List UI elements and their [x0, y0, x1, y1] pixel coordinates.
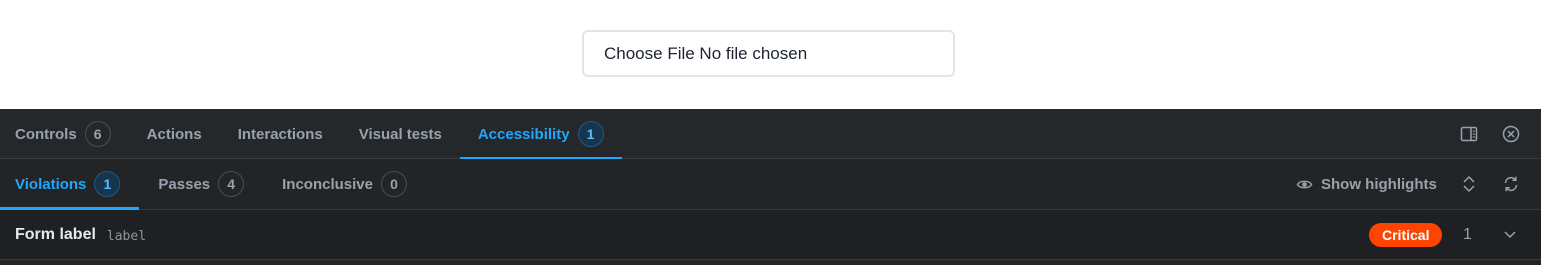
tab-actions[interactable]: Actions: [129, 109, 220, 159]
expand-row-button[interactable]: [1500, 221, 1520, 254]
tab-accessibility[interactable]: Accessibility 1: [459, 109, 622, 160]
subtab-label: Inconclusive: [282, 175, 373, 193]
close-circle-icon: [1502, 125, 1520, 143]
file-input-label: Choose File No file chosen: [604, 43, 808, 63]
tab-visual-tests[interactable]: Visual tests: [341, 109, 460, 159]
close-panel-button[interactable]: [1497, 120, 1525, 148]
refresh-icon: [1504, 176, 1518, 192]
tab-count-badge: 6: [84, 121, 111, 147]
panel-layout-button[interactable]: [1455, 120, 1483, 148]
chevron-down-icon: [1504, 231, 1516, 239]
tab-label: Visual tests: [358, 125, 442, 143]
accessibility-subtabs: Violations 1 Passes 4 Inconclusive 0 Sho…: [0, 159, 1541, 210]
show-highlights-toggle[interactable]: Show highlights: [1296, 159, 1437, 209]
addon-panel: Controls 6 Actions Interactions Visual t…: [0, 109, 1541, 265]
subtab-passes[interactable]: Passes 4: [139, 159, 263, 209]
show-highlights-label: Show highlights: [1321, 175, 1437, 193]
tab-label: Controls: [15, 125, 77, 143]
story-preview: Choose File No file chosen: [0, 0, 1541, 109]
expand-collapse-button[interactable]: [1455, 170, 1483, 198]
rerun-tests-button[interactable]: [1497, 170, 1525, 198]
tab-label: Actions: [146, 125, 202, 143]
tab-label: Interactions: [237, 125, 323, 143]
tab-count-badge: 1: [577, 121, 604, 147]
subtab-label: Passes: [158, 175, 211, 193]
expand-collapse-icon: [1463, 175, 1475, 193]
panel-layout-icon: [1460, 126, 1478, 142]
impact-badge: Critical: [1369, 223, 1443, 247]
violation-count: 1: [1463, 226, 1472, 243]
subtab-violations[interactable]: Violations 1: [0, 159, 140, 210]
rule-name: Form label: [15, 225, 96, 243]
subtab-label: Violations: [15, 175, 87, 193]
tab-label: Accessibility: [477, 125, 570, 143]
file-input[interactable]: Choose File No file chosen: [582, 30, 955, 77]
subtab-count-badge: 1: [94, 171, 121, 197]
rule-id: label: [106, 228, 147, 244]
subtab-count-badge: 0: [381, 171, 407, 197]
subtab-count-badge: 4: [218, 171, 245, 197]
violation-row[interactable]: Form label label Critical 1: [0, 210, 1541, 260]
addon-tabbar: Controls 6 Actions Interactions Visual t…: [0, 109, 1541, 160]
tab-interactions[interactable]: Interactions: [220, 109, 341, 159]
subtab-inconclusive[interactable]: Inconclusive 0: [263, 159, 426, 209]
eye-icon: [1296, 180, 1313, 188]
tab-controls[interactable]: Controls 6: [0, 109, 129, 159]
